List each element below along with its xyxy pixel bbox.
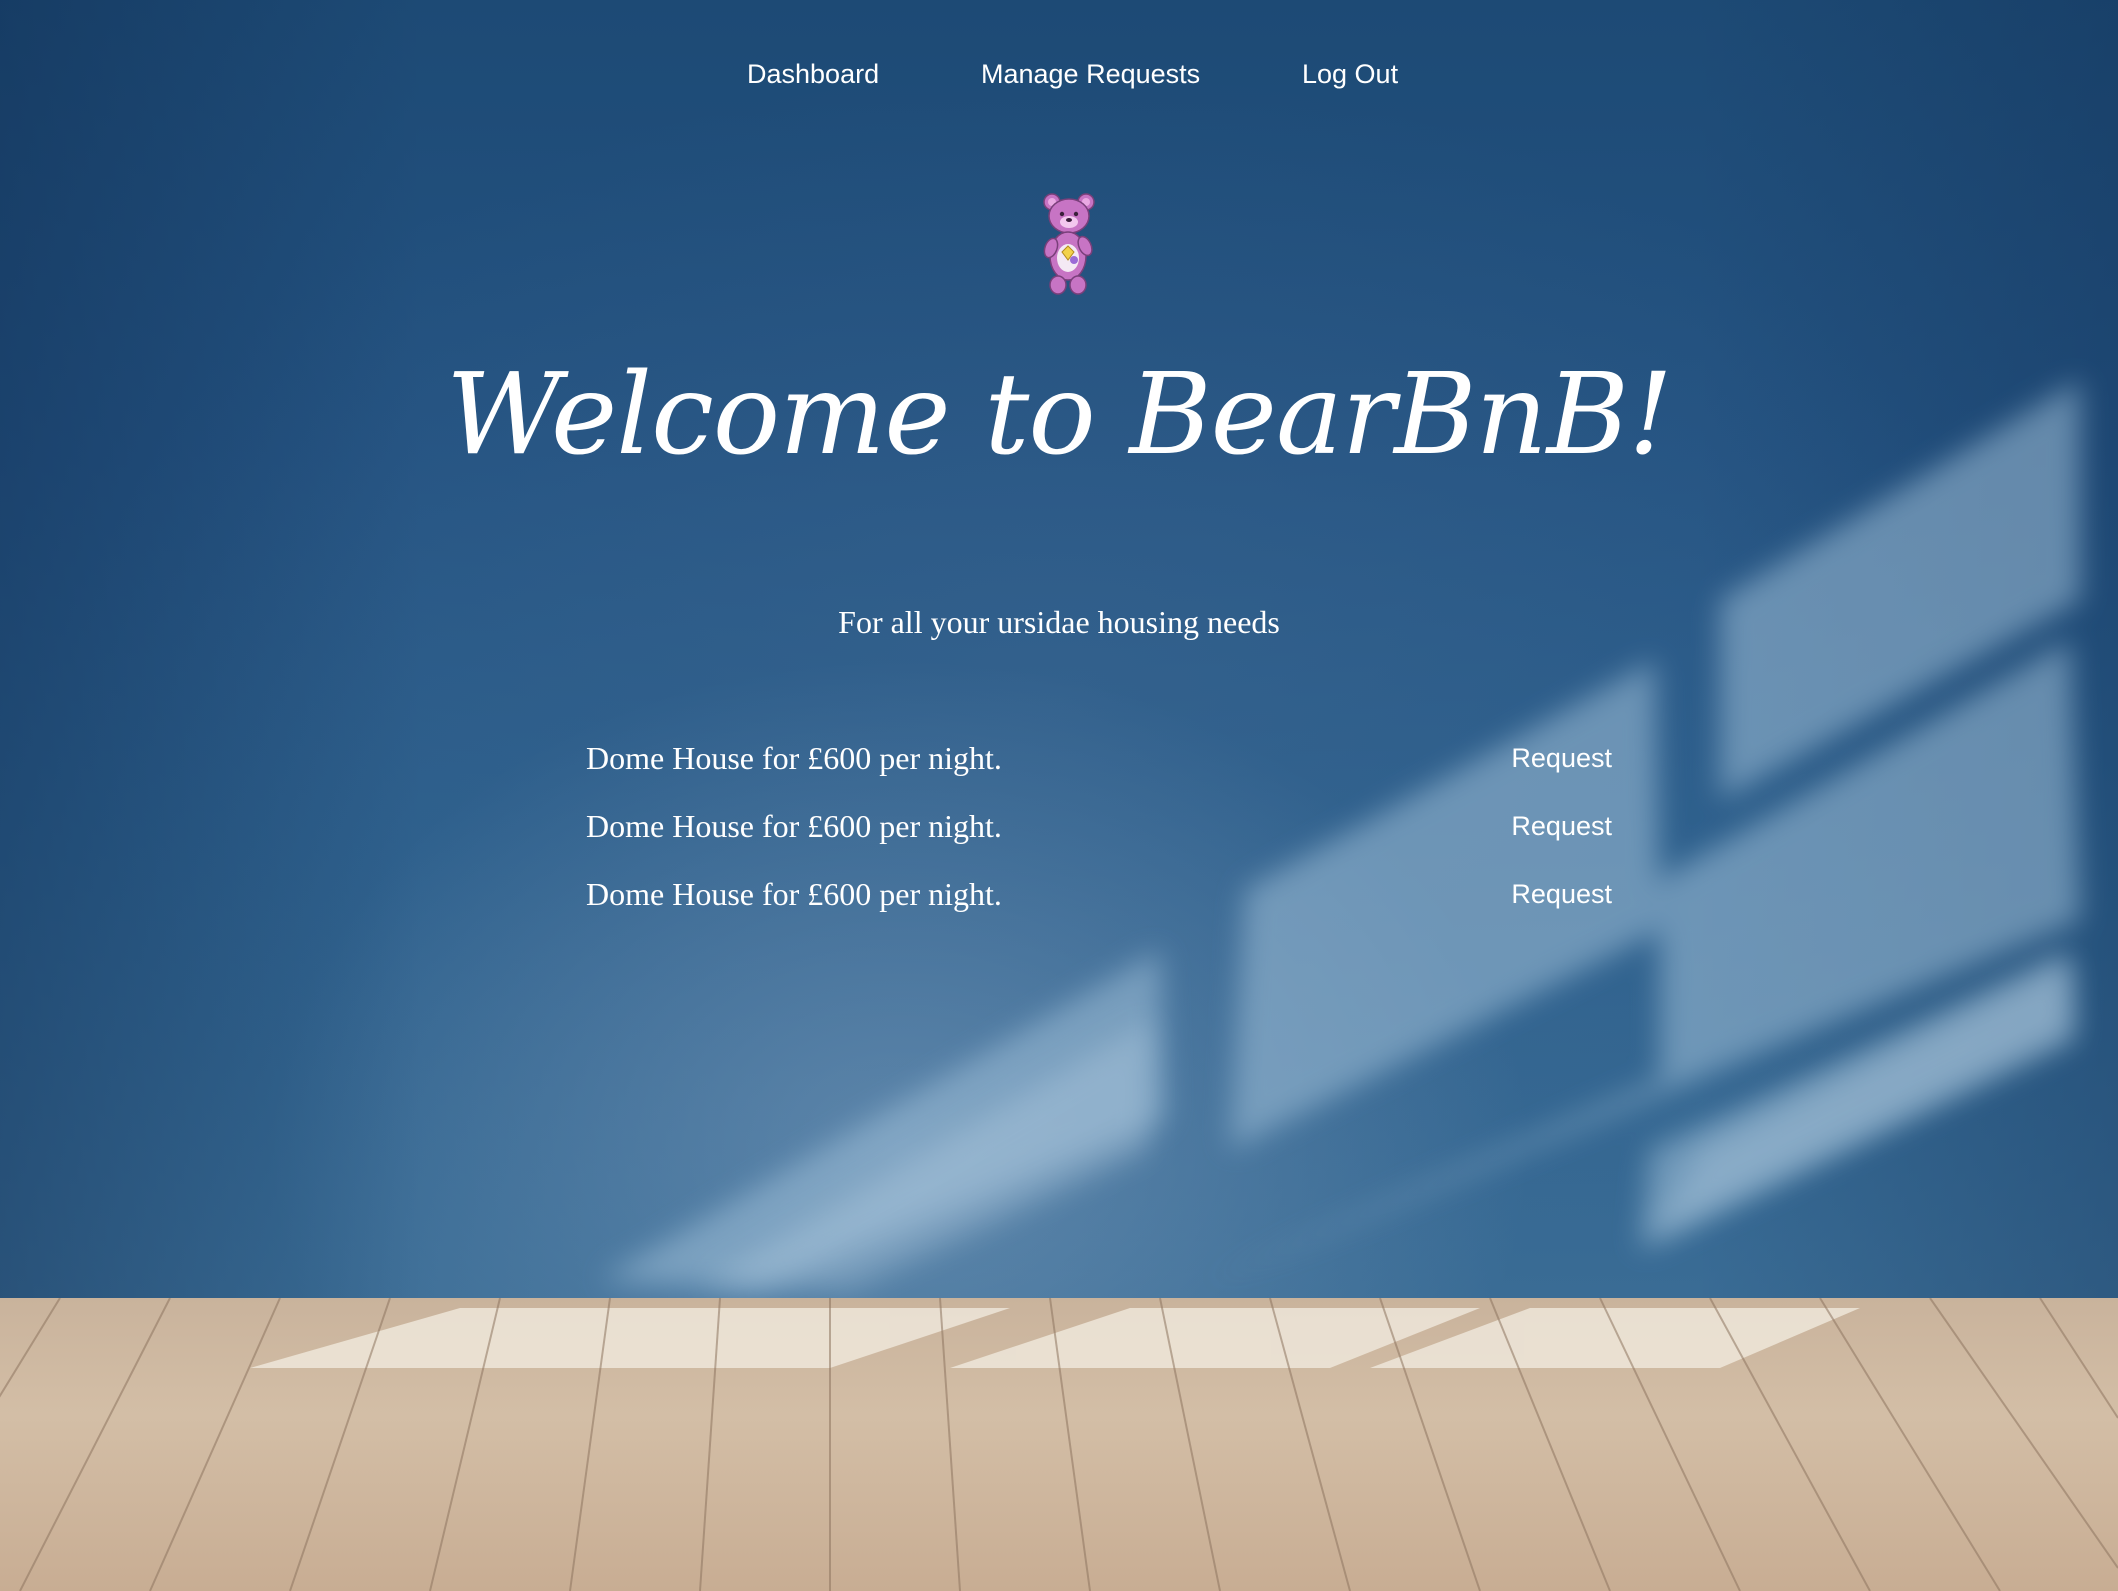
request-button[interactable]: Request (1511, 872, 1612, 916)
listing-item: Dome House for £600 per night. Request (586, 736, 1612, 804)
listing-text: Dome House for £600 per night. (586, 740, 1002, 776)
page-subtitle: For all your ursidae housing needs (838, 604, 1280, 640)
request-button[interactable]: Request (1511, 804, 1612, 848)
page-title: Welcome to BearBnB! (445, 350, 1673, 480)
floor-boards (0, 1298, 2118, 1591)
listing-text: Dome House for £600 per night. (586, 876, 1002, 912)
nav-manage-requests-link[interactable]: Manage Requests (981, 54, 1200, 94)
listing-item: Dome House for £600 per night. Request (586, 872, 1612, 940)
bear-icon (1038, 190, 1100, 296)
nav-log-out-link[interactable]: Log Out (1302, 54, 1398, 94)
nav-dashboard-link[interactable]: Dashboard (747, 54, 879, 94)
listings-list: Dome House for £600 per night. Request D… (586, 736, 1612, 940)
listing-text: Dome House for £600 per night. (586, 808, 1002, 844)
listing-item: Dome House for £600 per night. Request (586, 804, 1612, 872)
top-nav: Dashboard Manage Requests Log Out (0, 54, 2118, 94)
request-button[interactable]: Request (1511, 736, 1612, 780)
